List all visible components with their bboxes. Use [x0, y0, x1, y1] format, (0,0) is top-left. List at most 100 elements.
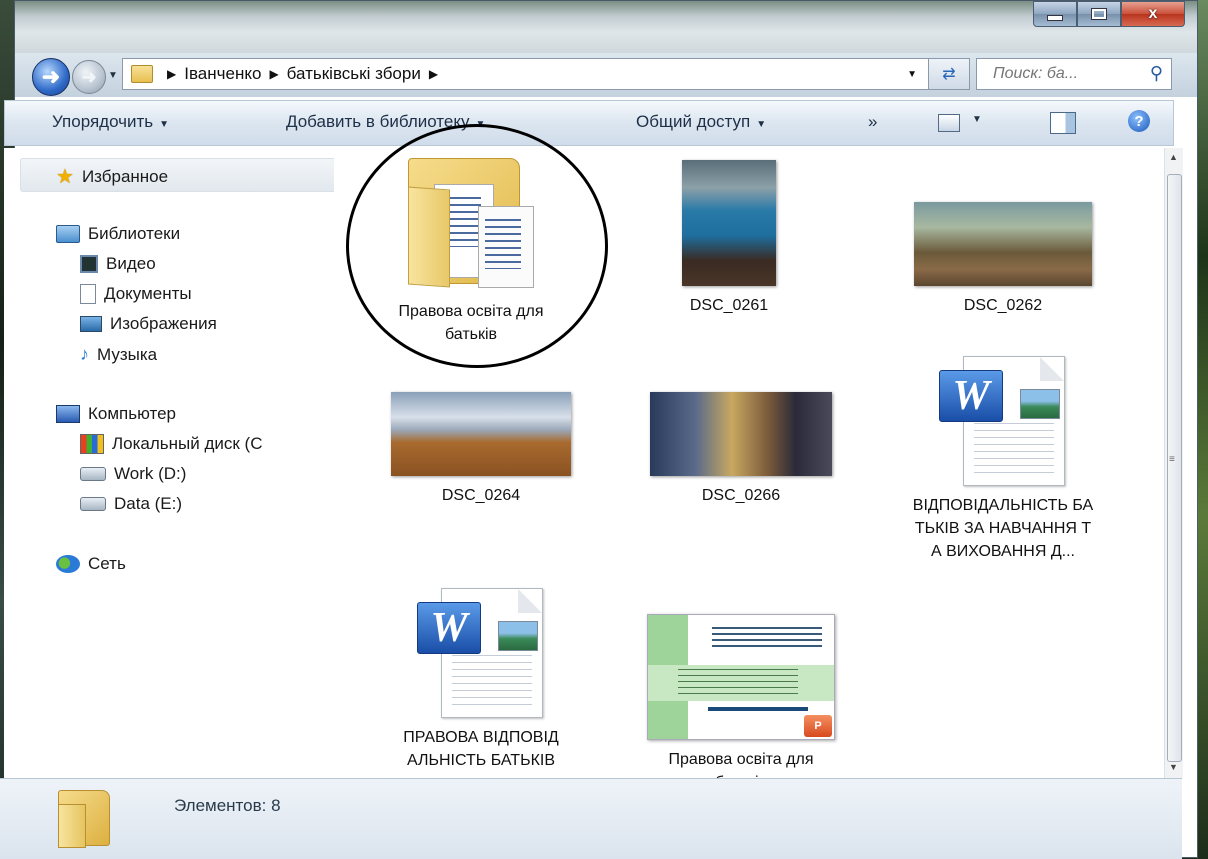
- search-box[interactable]: ⚲: [976, 58, 1172, 90]
- breadcrumb-chevron-icon[interactable]: ▶: [429, 67, 438, 81]
- refresh-icon: ⇄: [942, 66, 956, 83]
- vertical-scrollbar[interactable]: ▲ ≡ ▼: [1164, 148, 1183, 778]
- details-pane: [0, 778, 1182, 859]
- word-document-icon: W: [939, 356, 1067, 486]
- photo-thumbnail-icon: [682, 160, 776, 286]
- item-label: DSC_0262: [963, 297, 1043, 314]
- folder-icon: [131, 65, 153, 83]
- drive-icon: [80, 467, 106, 481]
- close-button[interactable]: x: [1121, 1, 1185, 27]
- share-button[interactable]: Общий доступ ▼: [636, 112, 766, 132]
- documents-icon: [80, 284, 96, 304]
- nav-music[interactable]: ♪ Музыка: [80, 344, 157, 365]
- drive-icon: [80, 497, 106, 511]
- desktop-right-edge: [1198, 0, 1208, 858]
- recent-pages-dropdown[interactable]: ▼: [108, 70, 118, 81]
- photo-item[interactable]: DSC_0264: [376, 392, 586, 507]
- organize-button[interactable]: Упорядочить ▼: [52, 112, 169, 132]
- item-label: ПРАВОВА ВІДПОВІДАЛЬНІСТЬ БАТЬКІВ: [403, 729, 559, 769]
- item-label: ВІДПОВІДАЛЬНІСТЬ БАТЬКІВ ЗА НАВЧАННЯ ТА …: [912, 497, 1094, 560]
- powerpoint-badge-icon: P: [804, 715, 832, 737]
- address-bar[interactable]: ▶ Іванченко ▶ батьківські збори ▶ ▼: [122, 58, 936, 90]
- photo-thumbnail-icon: [914, 202, 1092, 286]
- folder-icon: [58, 790, 114, 848]
- photo-item[interactable]: DSC_0262: [898, 202, 1108, 317]
- nav-video[interactable]: Видео: [80, 254, 156, 274]
- scroll-down-icon[interactable]: ▼: [1169, 762, 1178, 772]
- share-label: Общий доступ: [636, 112, 751, 131]
- organize-label: Упорядочить: [52, 112, 154, 131]
- scrollbar-thumb[interactable]: [1167, 174, 1182, 762]
- minimize-icon: [1047, 15, 1063, 21]
- nav-images-label: Изображения: [110, 314, 217, 333]
- help-icon[interactable]: ?: [1128, 110, 1150, 132]
- preview-pane-icon[interactable]: [1050, 112, 1076, 134]
- refresh-button[interactable]: ⇄: [928, 58, 970, 90]
- item-count: Элементов: 8: [174, 796, 281, 815]
- breadcrumb-ivanchenko[interactable]: Іванченко: [184, 64, 261, 84]
- breadcrumb-chevron-icon[interactable]: ▶: [167, 67, 176, 81]
- forward-button[interactable]: ➜: [72, 60, 106, 94]
- nav-network[interactable]: Сеть: [56, 554, 126, 574]
- computer-icon: [56, 405, 80, 423]
- nav-network-label: Сеть: [88, 554, 126, 573]
- powerpoint-item[interactable]: P Правова освіта для батьків: [636, 614, 846, 794]
- nav-work-label: Work (D:): [114, 464, 187, 483]
- nav-local-disk[interactable]: Локальный диск (C: [80, 434, 263, 454]
- item-label: DSC_0264: [441, 487, 521, 504]
- item-label: DSC_0261: [689, 297, 769, 314]
- address-dropdown-icon[interactable]: ▼: [907, 69, 917, 80]
- local-disk-icon: [80, 434, 104, 454]
- search-input[interactable]: [991, 64, 1145, 84]
- nav-libraries[interactable]: Библиотеки: [56, 224, 180, 244]
- video-icon: [80, 255, 98, 273]
- breadcrumb-chevron-icon[interactable]: ▶: [269, 67, 278, 81]
- search-icon[interactable]: ⚲: [1150, 63, 1163, 84]
- back-button[interactable]: ➜: [32, 58, 70, 96]
- maximize-icon: [1091, 8, 1107, 20]
- maximize-button[interactable]: [1077, 1, 1121, 27]
- command-bar: [4, 100, 1174, 146]
- title-bar[interactable]: x: [15, 1, 1197, 53]
- nav-work-drive[interactable]: Work (D:): [80, 464, 186, 484]
- nav-video-label: Видео: [106, 254, 156, 273]
- forward-arrow-icon: ➜: [81, 67, 97, 87]
- chevron-down-icon: ▼: [159, 119, 170, 130]
- nav-computer[interactable]: Компьютер: [56, 404, 176, 424]
- nav-data-label: Data (E:): [114, 494, 183, 513]
- nav-images[interactable]: Изображения: [80, 314, 217, 334]
- more-commands-button[interactable]: »: [868, 112, 877, 132]
- images-icon: [80, 316, 102, 332]
- photo-item[interactable]: DSC_0266: [636, 392, 846, 507]
- nav-favorites-label: Избранное: [81, 166, 169, 186]
- chevron-down-icon: ▼: [756, 119, 767, 130]
- minimize-button[interactable]: [1033, 1, 1077, 27]
- navigation-pane: ★ Избранное Библиотеки Видео Документы Из…: [4, 148, 335, 778]
- close-icon: x: [1148, 5, 1158, 22]
- scroll-up-icon[interactable]: ▲: [1169, 152, 1178, 162]
- nav-local-disk-label: Локальный диск (C: [112, 434, 263, 453]
- libraries-icon: [56, 225, 80, 243]
- scroll-grip-icon: ≡: [1169, 454, 1175, 465]
- word-document-icon: W: [417, 588, 545, 718]
- nav-computer-label: Компьютер: [88, 404, 176, 423]
- word-document-item[interactable]: W ВІДПОВІДАЛЬНІСТЬ БАТЬКІВ ЗА НАВЧАННЯ Т…: [898, 356, 1108, 563]
- powerpoint-icon: P: [647, 614, 835, 740]
- nav-data-drive[interactable]: Data (E:): [80, 494, 182, 514]
- photo-thumbnail-icon: [391, 392, 571, 476]
- back-arrow-icon: ➜: [41, 64, 61, 89]
- music-icon: ♪: [80, 344, 89, 364]
- highlight-circle: [346, 124, 608, 368]
- window-controls: x: [1033, 1, 1185, 27]
- change-view-icon[interactable]: [938, 114, 960, 132]
- star-icon: ★: [56, 166, 74, 188]
- view-options-dropdown-icon[interactable]: ▼: [972, 114, 982, 125]
- nav-documents-label: Документы: [104, 284, 192, 303]
- breadcrumb-batkivski-zbory[interactable]: батьківські збори: [287, 64, 421, 84]
- nav-documents[interactable]: Документы: [80, 284, 192, 304]
- photo-item[interactable]: DSC_0261: [624, 160, 834, 317]
- nav-music-label: Музыка: [97, 344, 158, 364]
- word-document-item[interactable]: W ПРАВОВА ВІДПОВІДАЛЬНІСТЬ БАТЬКІВ: [376, 588, 586, 772]
- nav-favorites[interactable]: ★ Избранное: [56, 164, 168, 189]
- photo-thumbnail-icon: [650, 392, 832, 476]
